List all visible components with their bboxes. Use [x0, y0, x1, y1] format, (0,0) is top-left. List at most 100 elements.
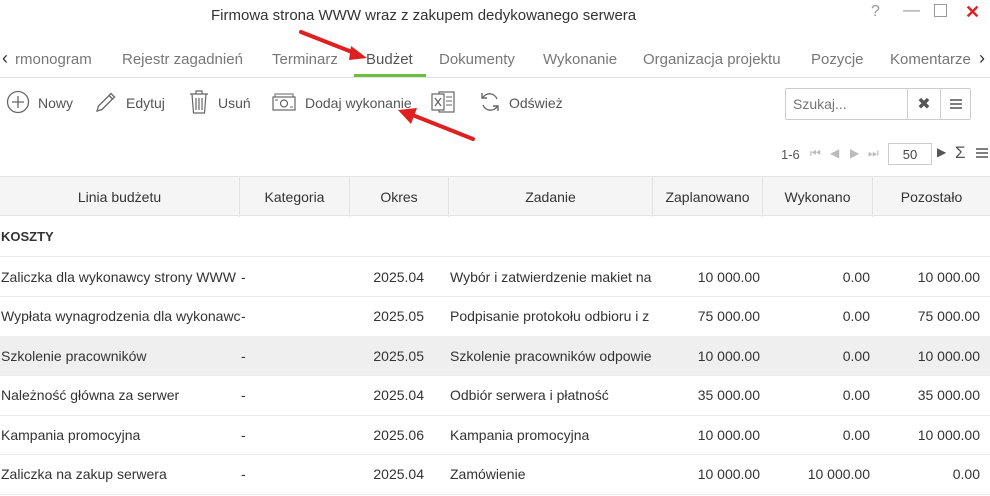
- cell-remaining: 10 000.00: [917, 347, 980, 364]
- close-icon[interactable]: ✕: [965, 2, 980, 23]
- column-header-task[interactable]: Zadanie: [449, 177, 653, 217]
- cell-period: 2025.06: [373, 426, 424, 443]
- cell-remaining: 0.00: [952, 466, 980, 482]
- new-button-label: Nowy: [38, 95, 74, 111]
- cell-planned: 10 000.00: [697, 268, 760, 285]
- prev-page-icon[interactable]: ◀: [830, 146, 839, 160]
- column-header-planned[interactable]: Zaplanowano: [653, 177, 763, 217]
- cell-budget-line: Kampania promocyjna: [1, 426, 141, 443]
- grid-menu-icon[interactable]: [975, 146, 989, 164]
- minimize-icon[interactable]: —: [903, 0, 920, 20]
- cell-task: Podpisanie protokołu odbioru i z: [450, 308, 650, 324]
- cell-executed: 0.00: [842, 426, 870, 443]
- cell-planned: 10 000.00: [697, 426, 760, 443]
- trash-icon: [188, 89, 210, 118]
- cell-task: Kampania promocyjna: [450, 426, 590, 443]
- search-box: ✖: [785, 88, 971, 120]
- cell-period: 2025.04: [373, 466, 424, 482]
- add-execution-button[interactable]: Dodaj wykonanie: [271, 88, 412, 118]
- table-row[interactable]: Należność główna za serwer - 2025.04 Odbiór…: [0, 376, 990, 416]
- tab-scroll-right-icon[interactable]: ›: [979, 48, 985, 69]
- cell-remaining: 10 000.00: [917, 426, 980, 443]
- search-options-icon[interactable]: [940, 89, 971, 119]
- tab-terminarz[interactable]: Terminarz: [272, 51, 338, 68]
- title-bar: Firmowa strona WWW wraz z zakupem dedyko…: [0, 0, 990, 34]
- tab-komentarze[interactable]: Komentarze: [890, 51, 971, 68]
- tab-pozycje[interactable]: Pozycje: [811, 51, 864, 68]
- refresh-button-label: Odśwież: [509, 95, 563, 111]
- delete-button[interactable]: Usuń: [188, 88, 251, 118]
- help-icon[interactable]: ?: [871, 3, 880, 21]
- last-page-icon[interactable]: ⏭: [868, 146, 879, 161]
- table-row[interactable]: Kampania promocyjna - 2025.06 Kampania prom…: [0, 415, 990, 455]
- cell-period: 2025.05: [373, 308, 424, 324]
- cell-budget-line: Zaliczka na zakup serwera: [1, 466, 167, 482]
- tab-wykonanie[interactable]: Wykonanie: [543, 51, 617, 68]
- toolbar: Nowy Edytuj Usuń Dodaj wykonanie Odśwież…: [0, 82, 990, 128]
- table-row[interactable]: Zaliczka na zakup serwera - 2025.04 Zamówie…: [0, 455, 990, 495]
- column-header-executed[interactable]: Wykonano: [763, 177, 873, 217]
- tab-harmonogram[interactable]: rmonogram: [15, 51, 92, 68]
- section-label: KOSZTY: [1, 229, 54, 244]
- cell-category: -: [241, 268, 246, 285]
- cell-category: -: [241, 308, 246, 324]
- excel-icon: [430, 89, 456, 118]
- plus-circle-icon: [6, 90, 30, 117]
- page-size-input[interactable]: 50: [888, 143, 932, 165]
- cell-task: Szkolenie pracowników odpowie: [450, 347, 652, 364]
- tab-rejestr-zagadnien[interactable]: Rejestr zagadnień: [122, 51, 243, 68]
- edit-button-label: Edytuj: [126, 95, 165, 111]
- table-row[interactable]: Szkolenie pracowników - 2025.05 Szkolenie p…: [0, 336, 990, 376]
- cell-budget-line: Należność główna za serwer: [1, 387, 180, 403]
- cell-task: Odbiór serwera i płatność: [450, 387, 609, 403]
- cell-executed: 0.00: [842, 387, 870, 403]
- pager: 1-6 ⏮ ◀ ▶ ⏭ 50 ▶ Σ: [0, 140, 990, 168]
- first-page-icon[interactable]: ⏮: [810, 146, 821, 161]
- cell-budget-line: Szkolenie pracowników: [1, 347, 147, 364]
- cell-budget-line: Wypłata wynagrodzenia dla wykonawcy: [1, 308, 241, 324]
- edit-button[interactable]: Edytuj: [94, 88, 165, 118]
- tab-scroll-left-icon[interactable]: ‹: [2, 48, 8, 69]
- cell-executed: 0.00: [842, 347, 870, 364]
- tab-dokumenty[interactable]: Dokumenty: [439, 51, 515, 68]
- clear-search-icon[interactable]: ✖: [907, 89, 940, 119]
- cell-task: Wybór i zatwierdzenie makiet na: [450, 268, 652, 285]
- cell-category: -: [241, 387, 246, 403]
- cell-planned: 10 000.00: [697, 347, 760, 364]
- new-button[interactable]: Nowy: [6, 88, 73, 118]
- column-header-category[interactable]: Kategoria: [240, 177, 350, 217]
- next-page-icon[interactable]: ▶: [850, 146, 859, 160]
- page-size-apply-icon[interactable]: ▶: [937, 145, 946, 159]
- tab-organizacja-projektu[interactable]: Organizacja projektu: [643, 51, 781, 68]
- search-input[interactable]: [786, 89, 907, 119]
- cell-period: 2025.05: [373, 347, 424, 364]
- export-excel-button[interactable]: [430, 88, 456, 118]
- cell-executed: 10 000.00: [807, 466, 870, 482]
- column-header-remaining[interactable]: Pozostało: [873, 177, 990, 217]
- cell-remaining: 35 000.00: [917, 387, 980, 403]
- cell-executed: 0.00: [842, 268, 870, 285]
- cell-remaining: 10 000.00: [917, 268, 980, 285]
- cell-category: -: [241, 466, 246, 482]
- sum-icon[interactable]: Σ: [955, 143, 966, 163]
- section-row[interactable]: KOSZTY: [0, 217, 990, 257]
- cell-executed: 0.00: [842, 308, 870, 324]
- record-range: 1-6: [781, 147, 800, 162]
- add-execution-label: Dodaj wykonanie: [305, 95, 412, 111]
- column-header-period[interactable]: Okres: [350, 177, 449, 217]
- table-row[interactable]: Zaliczka dla wykonawcy strony WWW - 2025.0…: [0, 257, 990, 297]
- delete-button-label: Usuń: [218, 95, 251, 111]
- maximize-icon[interactable]: [934, 4, 947, 17]
- active-tab-indicator: [354, 74, 426, 77]
- cell-task: Zamówienie: [450, 466, 526, 482]
- cell-period: 2025.04: [373, 268, 424, 285]
- pencil-icon: [94, 90, 118, 117]
- cell-category: -: [241, 347, 246, 364]
- tab-bar: ‹ rmonogram Rejestr zagadnień Terminarz …: [0, 40, 990, 78]
- column-header-budget-line[interactable]: Linia budżetu: [0, 177, 240, 217]
- table-row[interactable]: Wypłata wynagrodzenia dla wykonawcy - 2025…: [0, 297, 990, 337]
- cell-budget-line: Zaliczka dla wykonawcy strony WWW: [1, 268, 236, 285]
- cell-period: 2025.04: [373, 387, 424, 403]
- tab-budzet[interactable]: Budżet: [366, 51, 413, 68]
- refresh-button[interactable]: Odśwież: [479, 88, 563, 118]
